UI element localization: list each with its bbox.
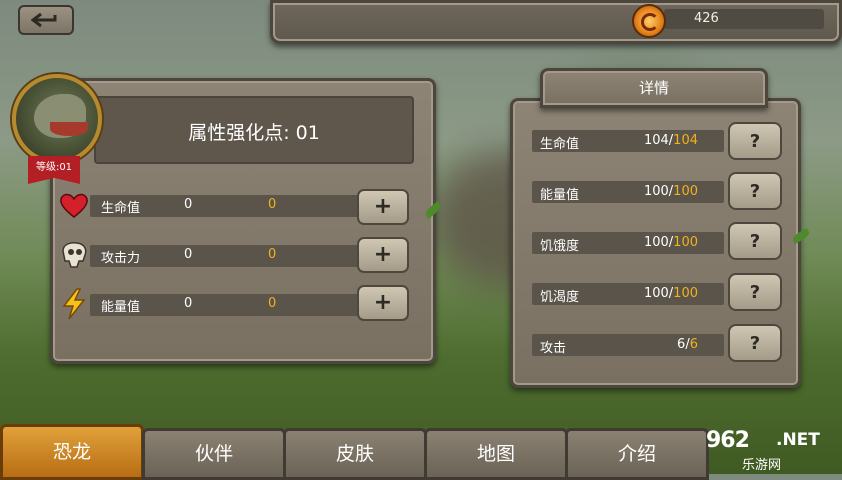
- skull-icon: [58, 239, 90, 271]
- question-icon: ?: [749, 281, 761, 303]
- attribute-points-title: 属性强化点: 01: [188, 122, 320, 144]
- detail-row-energy: 能量值 100/100: [532, 181, 724, 203]
- detail-row-hunger: 饥饿度 100/100: [532, 232, 724, 254]
- add-attack-button[interactable]: +: [357, 237, 409, 273]
- plus-icon: +: [373, 242, 393, 267]
- detail-value: 6/6: [677, 337, 698, 352]
- top-bar: 426: [0, 0, 842, 44]
- stat-value: 0: [184, 296, 193, 311]
- stat-value: 0: [184, 247, 193, 262]
- detail-label: 能量值: [540, 188, 580, 203]
- detail-label: 生命值: [540, 137, 580, 152]
- back-arrow-icon: [31, 12, 57, 28]
- question-icon: ?: [749, 332, 761, 354]
- stat-row-health: 生命值 0 0: [58, 193, 380, 219]
- coin-icon: [632, 4, 666, 38]
- stat-row-attack: 攻击力 0 0: [58, 242, 380, 269]
- plus-icon: +: [373, 290, 393, 315]
- back-button[interactable]: [18, 5, 74, 35]
- stat-value: 0: [184, 197, 193, 212]
- health-help-button[interactable]: ?: [728, 122, 782, 160]
- thirst-help-button[interactable]: ?: [728, 273, 782, 311]
- question-icon: ?: [749, 130, 761, 152]
- add-health-button[interactable]: +: [357, 189, 409, 225]
- stat-bonus: 0: [268, 296, 277, 311]
- detail-row-attack: 攻击 6/6: [532, 334, 724, 356]
- stat-row-energy: 能量值 0 0: [58, 288, 380, 320]
- tab-intro[interactable]: 介绍: [565, 428, 709, 480]
- coin-count: 426: [664, 9, 824, 29]
- hunger-help-button[interactable]: ?: [728, 222, 782, 260]
- detail-value: 100/100: [643, 286, 698, 301]
- detail-row-health: 生命值 104/104: [532, 130, 724, 152]
- dinosaur-avatar: [12, 74, 102, 164]
- tab-map[interactable]: 地图: [424, 428, 568, 480]
- details-header: 详情: [540, 68, 768, 108]
- watermark-net: .NET: [776, 430, 820, 450]
- heart-icon: [58, 189, 90, 221]
- add-energy-button[interactable]: +: [357, 285, 409, 321]
- stat-bonus: 0: [268, 197, 277, 212]
- detail-row-thirst: 饥渴度 100/100: [532, 283, 724, 305]
- detail-value: 104/104: [643, 133, 698, 148]
- question-icon: ?: [749, 230, 761, 252]
- plus-icon: +: [373, 194, 393, 219]
- watermark-logo: 962 .NET 乐游网: [700, 424, 842, 474]
- energy-help-button[interactable]: ?: [728, 172, 782, 210]
- detail-value: 100/100: [643, 184, 698, 199]
- detail-value: 100/100: [643, 235, 698, 250]
- stat-bonus: 0: [268, 247, 277, 262]
- question-icon: ?: [749, 180, 761, 202]
- detail-label: 攻击: [540, 341, 567, 356]
- tab-skin[interactable]: 皮肤: [283, 428, 427, 480]
- stat-label: 能量值: [101, 300, 141, 315]
- tab-dinosaur[interactable]: 恐龙: [0, 424, 144, 480]
- stat-label: 攻击力: [101, 251, 141, 266]
- watermark-number: 962: [706, 428, 750, 453]
- stat-label: 生命值: [101, 201, 141, 216]
- detail-label: 饥渴度: [540, 290, 580, 305]
- attack-help-button[interactable]: ?: [728, 324, 782, 362]
- detail-label: 饥饿度: [540, 239, 580, 254]
- tab-partner[interactable]: 伙伴: [142, 428, 286, 480]
- watermark-site-name: 乐游网: [742, 458, 782, 473]
- lightning-icon: [58, 288, 90, 320]
